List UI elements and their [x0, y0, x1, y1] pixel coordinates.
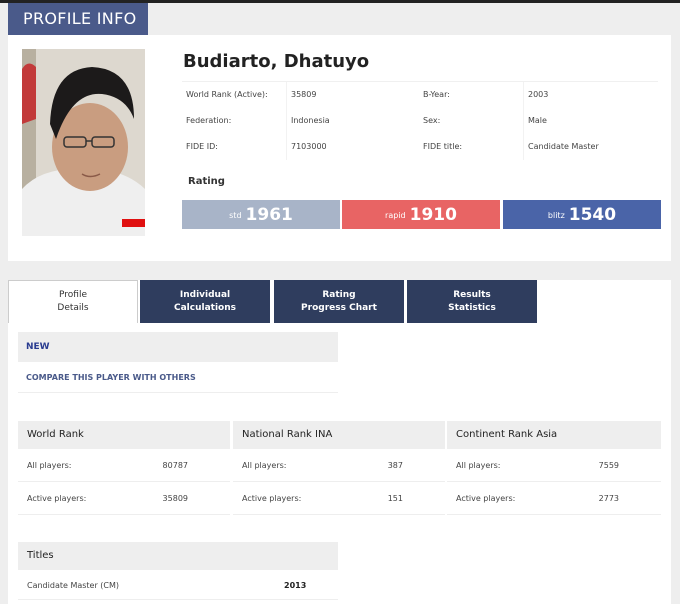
info-label: Sex: — [419, 108, 524, 134]
rank-value: 7559 — [598, 461, 619, 470]
title-year: 2013 — [284, 581, 307, 590]
compare-players-link[interactable]: COMPARE THIS PLAYER WITH OTHERS — [18, 365, 338, 393]
info-value: 2003 — [524, 82, 658, 108]
rating-rapid: rapid 1910 — [342, 200, 500, 229]
info-value: Male — [524, 108, 658, 134]
rating-label: Rating — [188, 176, 225, 187]
tab-profile-details[interactable]: Profile Details — [8, 280, 138, 323]
rating-blitz: blitz 1540 — [503, 200, 661, 229]
rank-label: All players: — [456, 461, 501, 470]
rank-value: 387 — [387, 461, 403, 470]
rating-type: blitz — [547, 211, 565, 220]
tab-results-statistics[interactable]: Results Statistics — [407, 280, 537, 323]
info-row: FIDE ID: 7103000 FIDE title: Candidate M… — [182, 133, 658, 160]
player-photo — [22, 49, 145, 236]
info-value: Candidate Master — [524, 134, 658, 160]
rank-row: All players: 387 — [233, 449, 445, 482]
info-label: FIDE ID: — [182, 134, 287, 160]
national-rank-block: National Rank INA All players: 387 Activ… — [233, 421, 445, 515]
rank-label: All players: — [27, 461, 72, 470]
info-row: Federation: Indonesia Sex: Male — [182, 107, 658, 134]
tab-label-line2: Calculations — [174, 302, 236, 313]
rank-title: World Rank — [18, 421, 230, 449]
info-table: World Rank (Active): 35809 B-Year: 2003 … — [182, 81, 658, 160]
info-value: 35809 — [287, 82, 419, 108]
player-name: Budiarto, Dhatuyo — [183, 51, 370, 72]
info-value: 7103000 — [287, 134, 419, 160]
world-rank-block: World Rank All players: 80787 Active pla… — [18, 421, 230, 515]
section-title: PROFILE INFO — [8, 3, 148, 35]
tab-label-line1: Rating — [322, 289, 356, 300]
rank-title: National Rank INA — [233, 421, 445, 449]
tab-label-line2: Statistics — [448, 302, 496, 313]
tab-individual-calculations[interactable]: Individual Calculations — [140, 280, 270, 323]
rank-value: 151 — [387, 494, 403, 503]
rating-value: 1540 — [568, 205, 617, 225]
rank-label: Active players: — [242, 494, 302, 503]
rank-title: Continent Rank Asia — [447, 421, 661, 449]
tab-label-line1: Results — [453, 289, 491, 300]
rank-label: Active players: — [456, 494, 516, 503]
rank-row: All players: 7559 — [447, 449, 661, 482]
rating-std: std 1961 — [182, 200, 340, 229]
rating-value: 1910 — [409, 205, 457, 225]
info-label: Federation: — [182, 108, 287, 134]
rating-value: 1961 — [245, 205, 293, 225]
profile-card: Budiarto, Dhatuyo World Rank (Active): 3… — [8, 35, 671, 261]
rank-row: Active players: 151 — [233, 482, 445, 515]
info-label: B-Year: — [419, 82, 524, 108]
rating-type: rapid — [385, 211, 406, 220]
tab-bar: Profile Details Individual Calculations … — [8, 280, 671, 324]
rank-row: Active players: 35809 — [18, 482, 230, 515]
tab-label-line1: Individual — [179, 289, 231, 300]
info-value: Indonesia — [287, 108, 419, 134]
info-label: World Rank (Active): — [182, 82, 287, 108]
new-heading: NEW — [18, 332, 338, 362]
rating-type: std — [229, 211, 242, 220]
rank-label: All players: — [242, 461, 287, 470]
content-panel: Profile Details Individual Calculations … — [8, 280, 671, 604]
rank-label: Active players: — [27, 494, 87, 503]
rank-value: 80787 — [162, 461, 188, 470]
tab-rating-progress-chart[interactable]: Rating Progress Chart — [274, 280, 404, 323]
continent-rank-block: Continent Rank Asia All players: 7559 Ac… — [447, 421, 661, 515]
rank-row: All players: 80787 — [18, 449, 230, 482]
info-label: FIDE title: — [419, 134, 524, 160]
info-row: World Rank (Active): 35809 B-Year: 2003 — [182, 81, 658, 108]
titles-heading: Titles — [18, 542, 338, 570]
title-row: Candidate Master (CM) 2013 — [18, 572, 338, 600]
rank-row: Active players: 2773 — [447, 482, 661, 515]
rank-value: 35809 — [162, 494, 188, 503]
rank-value: 2773 — [598, 494, 619, 503]
title-name: Candidate Master (CM) — [27, 581, 120, 590]
tab-label-line2: Details — [57, 303, 89, 313]
tab-label-line2: Progress Chart — [301, 302, 377, 313]
tab-label-line1: Profile — [59, 290, 87, 300]
